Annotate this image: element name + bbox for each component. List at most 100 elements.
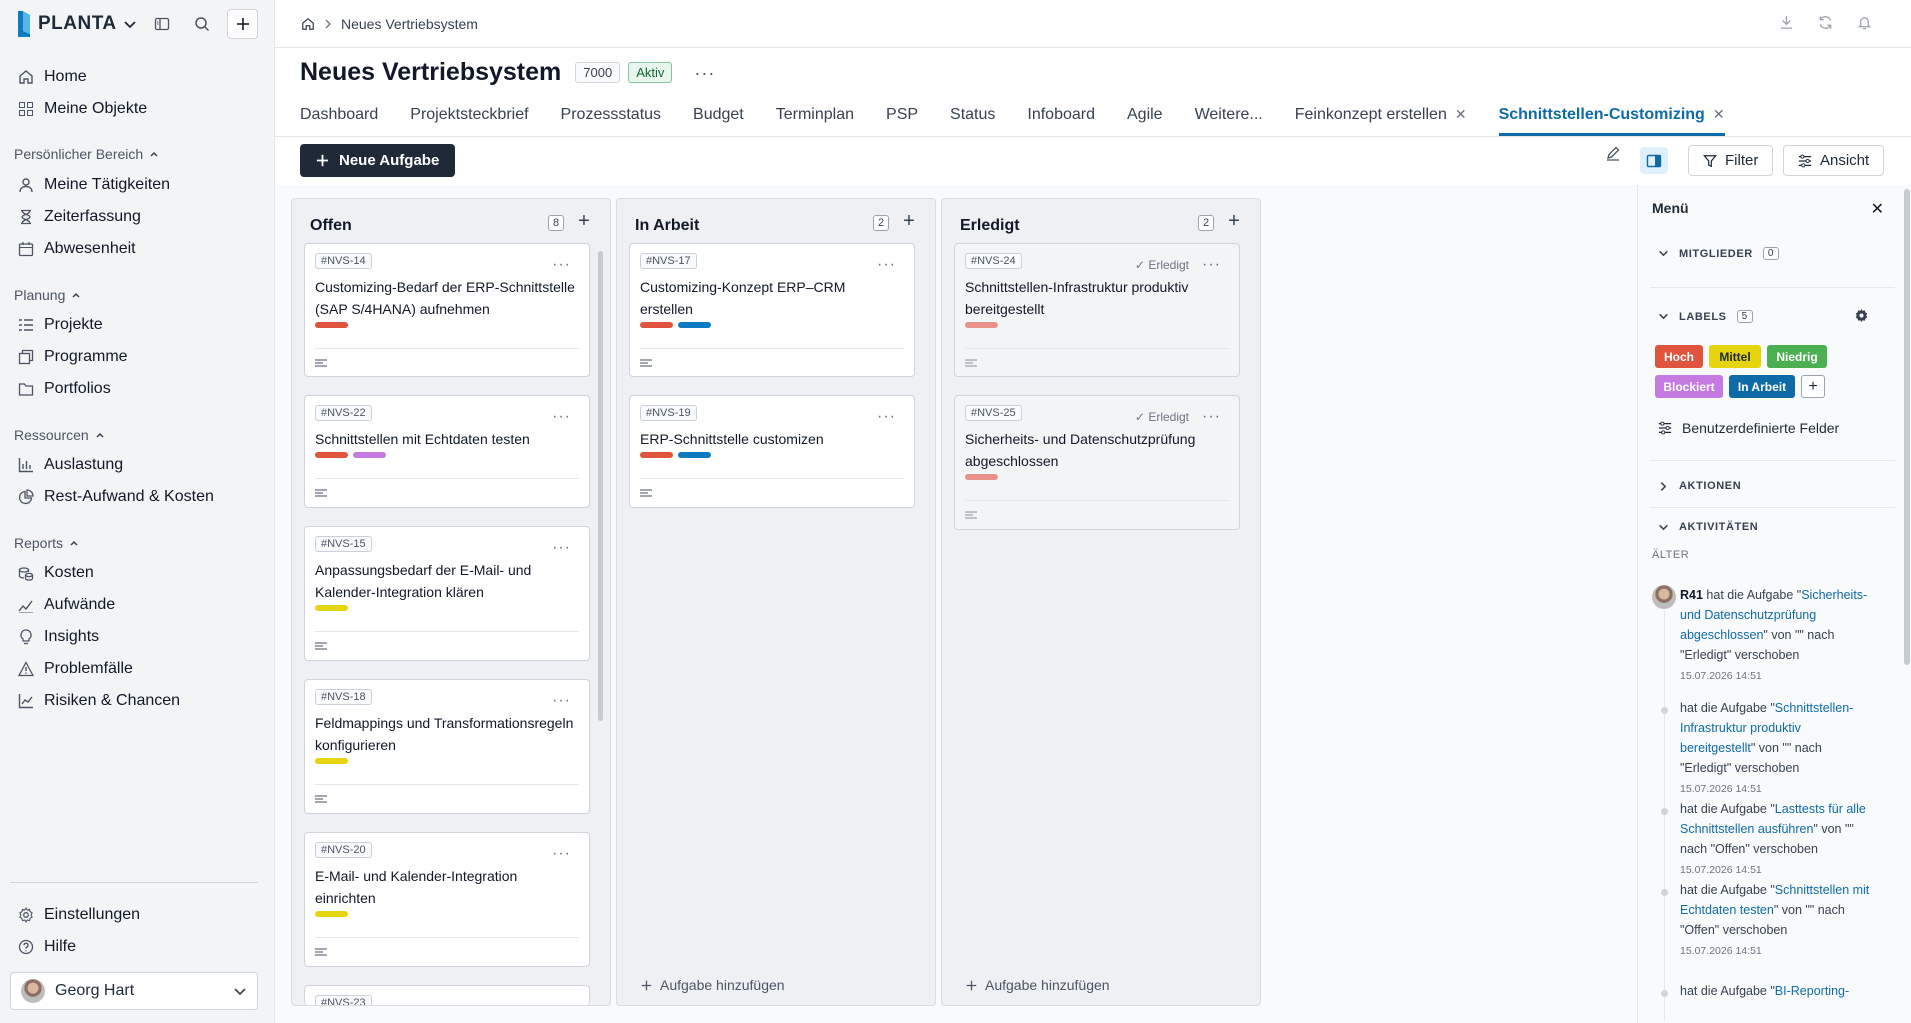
add-card-icon[interactable]: +	[574, 210, 594, 232]
view-button[interactable]: Ansicht	[1783, 145, 1885, 176]
task-card[interactable]: #NVS-22 ··· Schnittstellen mit Echtdaten…	[304, 395, 590, 508]
logo[interactable]: PLANTA	[16, 10, 137, 38]
label-chip-niedrig[interactable]: Niedrig	[1767, 345, 1827, 368]
nav-einstellungen[interactable]: Einstellungen	[18, 903, 140, 927]
chevron-down-icon	[234, 988, 246, 996]
card-more-icon[interactable]: ···	[1202, 408, 1221, 426]
close-icon[interactable]: ✕	[1871, 199, 1884, 219]
task-card[interactable]: #NVS-23	[304, 985, 590, 1005]
download-icon[interactable]	[1779, 15, 1794, 30]
label-chip-in-arbeit[interactable]: In Arbeit	[1729, 375, 1795, 398]
card-labels	[640, 322, 711, 328]
add-task-button[interactable]: Aufgabe hinzufügen	[641, 977, 785, 993]
task-card[interactable]: #NVS-17 ··· Customizing-Konzept ERP–CRM …	[629, 243, 915, 377]
tab-status[interactable]: Status	[950, 106, 995, 136]
label-chip-mittel[interactable]: Mittel	[1709, 345, 1761, 368]
section-aktivitaeten[interactable]: AKTIVITÄTEN	[1658, 521, 1758, 533]
task-card[interactable]: #NVS-25 ✓ Erledigt ··· Sicherheits- und …	[954, 395, 1240, 530]
tab-agile[interactable]: Agile	[1127, 106, 1163, 136]
tab-projektsteckbrief[interactable]: Projektsteckbrief	[410, 106, 528, 136]
nav-auslastung[interactable]: Auslastung	[18, 453, 123, 477]
nav-projekte[interactable]: Projekte	[18, 313, 103, 337]
more-icon[interactable]: ···	[694, 64, 715, 82]
card-more-icon[interactable]: ···	[1202, 256, 1221, 274]
card-more-icon[interactable]: ···	[552, 539, 571, 557]
nav-programme[interactable]: Programme	[18, 345, 128, 369]
close-tab-icon[interactable]: ✕	[1713, 106, 1725, 123]
home-icon[interactable]	[301, 17, 315, 31]
section-planung[interactable]: Planung	[14, 287, 81, 303]
refresh-icon[interactable]	[1818, 15, 1833, 30]
card-more-icon[interactable]: ···	[552, 845, 571, 863]
nav-risiken-chancen[interactable]: Risiken & Chancen	[18, 689, 180, 713]
card-divider	[965, 500, 1229, 501]
add-card-icon[interactable]: +	[1224, 210, 1244, 232]
section-persoenlicher-bereich[interactable]: Persönlicher Bereich	[14, 146, 159, 162]
task-card[interactable]: #NVS-15 ··· Anpassungsbedarf der E-Mail-…	[304, 526, 590, 661]
nav-insights[interactable]: Insights	[18, 625, 99, 649]
card-more-icon[interactable]: ···	[877, 408, 896, 426]
panel-scrollbar[interactable]	[1904, 189, 1910, 665]
edit-icon[interactable]	[1605, 145, 1621, 161]
custom-fields-link[interactable]: Benutzerdefinierte Felder	[1658, 420, 1839, 436]
sidebar-toggle-icon[interactable]	[150, 12, 174, 36]
task-card[interactable]: #NVS-14 ··· Customizing-Bedarf der ERP-S…	[304, 243, 590, 377]
nav-abwesenheit[interactable]: Abwesenheit	[18, 237, 136, 261]
nav-portfolios[interactable]: Portfolios	[18, 377, 111, 401]
section-aktionen[interactable]: AKTIONEN	[1658, 480, 1741, 492]
label-chip-blockiert[interactable]: Blockiert	[1655, 375, 1723, 398]
label-chip-hoch[interactable]: Hoch	[1655, 345, 1703, 368]
chevron-down-icon[interactable]	[123, 17, 137, 31]
card-more-icon[interactable]: ···	[552, 408, 571, 426]
tab-terminplan[interactable]: Terminplan	[776, 106, 854, 136]
card-more-icon[interactable]: ···	[877, 256, 896, 274]
tab-weitere[interactable]: Weitere...	[1195, 106, 1263, 136]
add-card-icon[interactable]: +	[899, 210, 919, 232]
close-tab-icon[interactable]: ✕	[1455, 106, 1467, 123]
nav-problemfaelle[interactable]: Problemfälle	[18, 657, 133, 681]
bell-icon[interactable]	[1857, 15, 1872, 30]
create-button[interactable]	[227, 9, 258, 39]
nav-home[interactable]: Home	[18, 65, 87, 89]
nav-rest-aufwand[interactable]: Rest-Aufwand & Kosten	[18, 485, 214, 509]
search-icon[interactable]	[190, 12, 214, 36]
nav-kosten[interactable]: Kosten	[18, 561, 94, 585]
activity-task-link[interactable]: BI-Reporting-	[1775, 984, 1849, 998]
add-task-button[interactable]: Aufgabe hinzufügen	[966, 977, 1110, 993]
user-menu[interactable]: Georg Hart	[10, 972, 258, 1010]
tab-infoboard[interactable]: Infoboard	[1027, 106, 1095, 136]
section-labels[interactable]: LABELS 5	[1658, 310, 1753, 323]
column-scrollbar[interactable]	[598, 251, 603, 721]
nav-hilfe[interactable]: Hilfe	[18, 935, 76, 959]
activity-text: hat die Aufgabe "	[1680, 883, 1775, 897]
task-card[interactable]: #NVS-19 ··· ERP-Schnittstelle customizen	[629, 395, 915, 508]
nav-meine-taetigkeiten[interactable]: Meine Tätigkeiten	[18, 173, 170, 197]
task-card[interactable]: #NVS-20 ··· E-Mail- und Kalender-Integra…	[304, 832, 590, 967]
card-more-icon[interactable]: ···	[552, 692, 571, 710]
tab-feinkonzept-erstellen[interactable]: Feinkonzept erstellen ✕	[1295, 106, 1467, 136]
nav-zeiterfassung[interactable]: Zeiterfassung	[18, 205, 141, 229]
nav-aufwaende[interactable]: Aufwände	[18, 593, 115, 617]
panel-toggle-icon[interactable]	[1640, 147, 1668, 174]
card-more-icon[interactable]: ···	[552, 256, 571, 274]
section-ressourcen[interactable]: Ressourcen	[14, 427, 105, 443]
main-area: Neues Vertriebsystem Neues Vertriebsyste…	[274, 0, 1911, 1023]
task-card[interactable]: #NVS-18 ··· Feldmappings und Transformat…	[304, 679, 590, 814]
section-reports[interactable]: Reports	[14, 535, 79, 551]
nav-meine-objekte[interactable]: Meine Objekte	[18, 97, 147, 121]
pie-chart-icon	[18, 489, 34, 505]
add-label-button[interactable]: +	[1801, 375, 1825, 398]
section-mitglieder[interactable]: MITGLIEDER 0	[1658, 247, 1780, 260]
description-icon	[315, 642, 327, 650]
tab-schnittstellen-customizing[interactable]: Schnittstellen-Customizing ✕	[1498, 106, 1725, 136]
filter-button[interactable]: Filter	[1688, 145, 1774, 176]
task-card[interactable]: #NVS-24 ✓ Erledigt ··· Schnittstellen-In…	[954, 243, 1240, 377]
new-task-button[interactable]: Neue Aufgabe	[300, 144, 456, 177]
breadcrumb-current[interactable]: Neues Vertriebsystem	[341, 16, 478, 32]
tab-dashboard[interactable]: Dashboard	[300, 106, 378, 136]
tab-budget[interactable]: Budget	[693, 106, 744, 136]
tab-psp[interactable]: PSP	[886, 106, 918, 136]
gear-icon[interactable]	[1854, 308, 1869, 323]
nav-label: Meine Objekte	[44, 100, 148, 117]
tab-prozessstatus[interactable]: Prozessstatus	[561, 106, 661, 136]
